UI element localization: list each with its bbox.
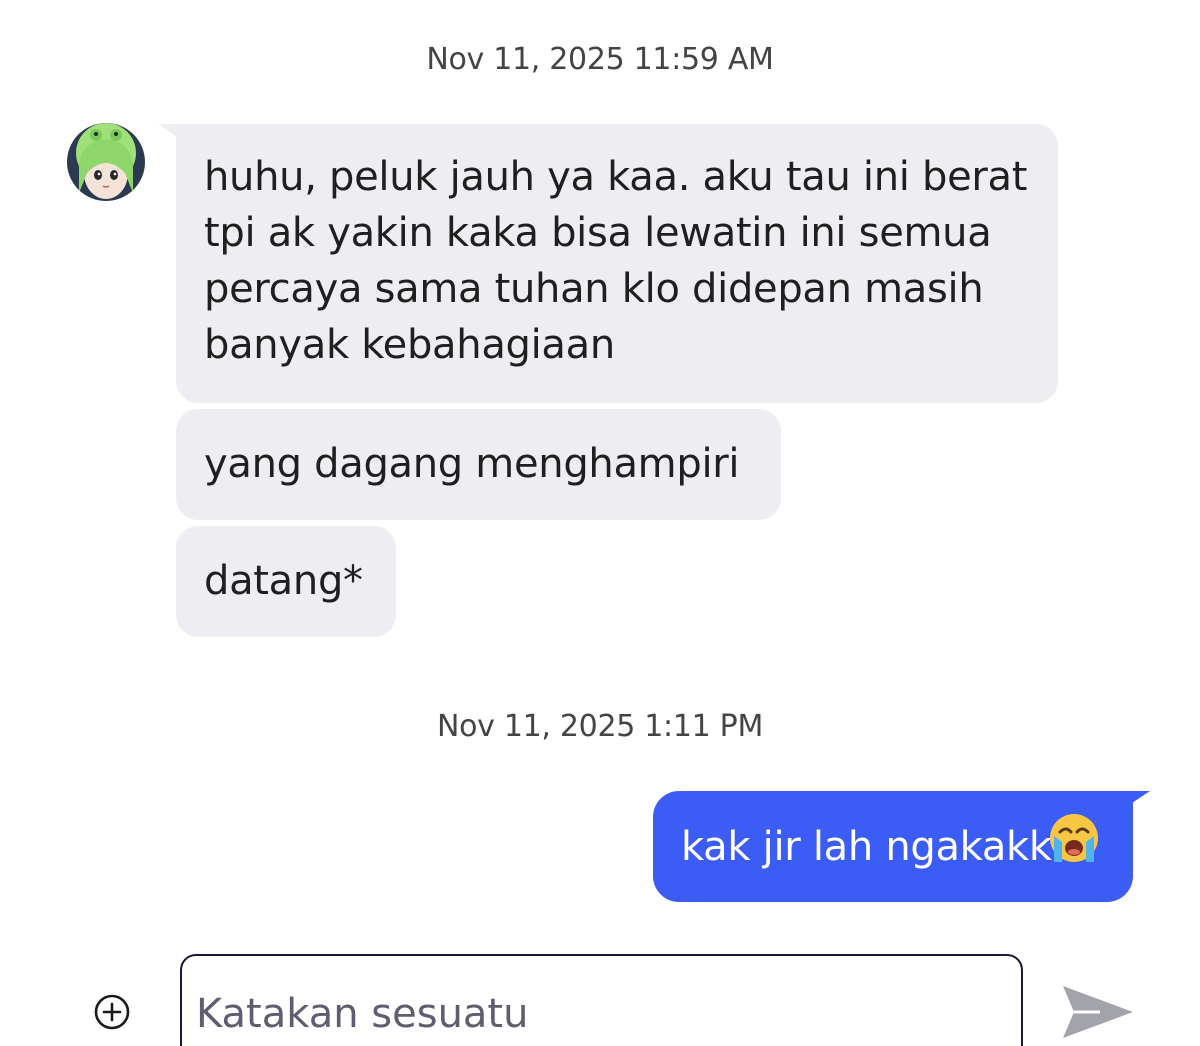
plus-circle-icon bbox=[94, 994, 130, 1030]
avatar[interactable] bbox=[67, 123, 145, 201]
received-message-bubble[interactable]: datang* bbox=[176, 526, 396, 637]
message-input-box[interactable] bbox=[180, 954, 1023, 1046]
message-line: huhu, peluk jauh ya kaa. aku tau ini ber… bbox=[204, 154, 1028, 200]
message-line: tpi ak yakin kaka bisa lewatin ini semua bbox=[204, 210, 992, 256]
bubble-tail bbox=[158, 124, 176, 136]
bubble-tail bbox=[1132, 791, 1150, 803]
send-button[interactable] bbox=[1060, 983, 1136, 1041]
sent-message-bubble[interactable]: kak jir lah ngakakk bbox=[653, 791, 1133, 902]
avatar-image bbox=[67, 123, 145, 201]
send-icon bbox=[1063, 986, 1133, 1038]
received-message-bubble[interactable]: huhu, peluk jauh ya kaa. aku tau ini ber… bbox=[176, 124, 1058, 403]
timestamp: Nov 11, 2025 11:59 AM bbox=[426, 42, 774, 77]
message-input[interactable] bbox=[196, 986, 996, 1042]
message-text: datang* bbox=[204, 558, 363, 604]
chat-view: Nov 11, 2025 11:59 AM huhu, peluk jauh y… bbox=[0, 0, 1200, 1046]
message-text: kak jir lah ngakakk bbox=[681, 824, 1052, 870]
message-text: yang dagang menghampiri bbox=[204, 441, 740, 487]
received-message-bubble[interactable]: yang dagang menghampiri bbox=[176, 409, 781, 520]
timestamp: Nov 11, 2025 1:11 PM bbox=[436, 709, 764, 744]
loudly-crying-face-icon bbox=[1048, 812, 1100, 879]
message-line: percaya sama tuhan klo didepan masih bbox=[204, 266, 984, 312]
add-attachment-button[interactable] bbox=[94, 994, 130, 1030]
message-line: banyak kebahagiaan bbox=[204, 322, 615, 368]
